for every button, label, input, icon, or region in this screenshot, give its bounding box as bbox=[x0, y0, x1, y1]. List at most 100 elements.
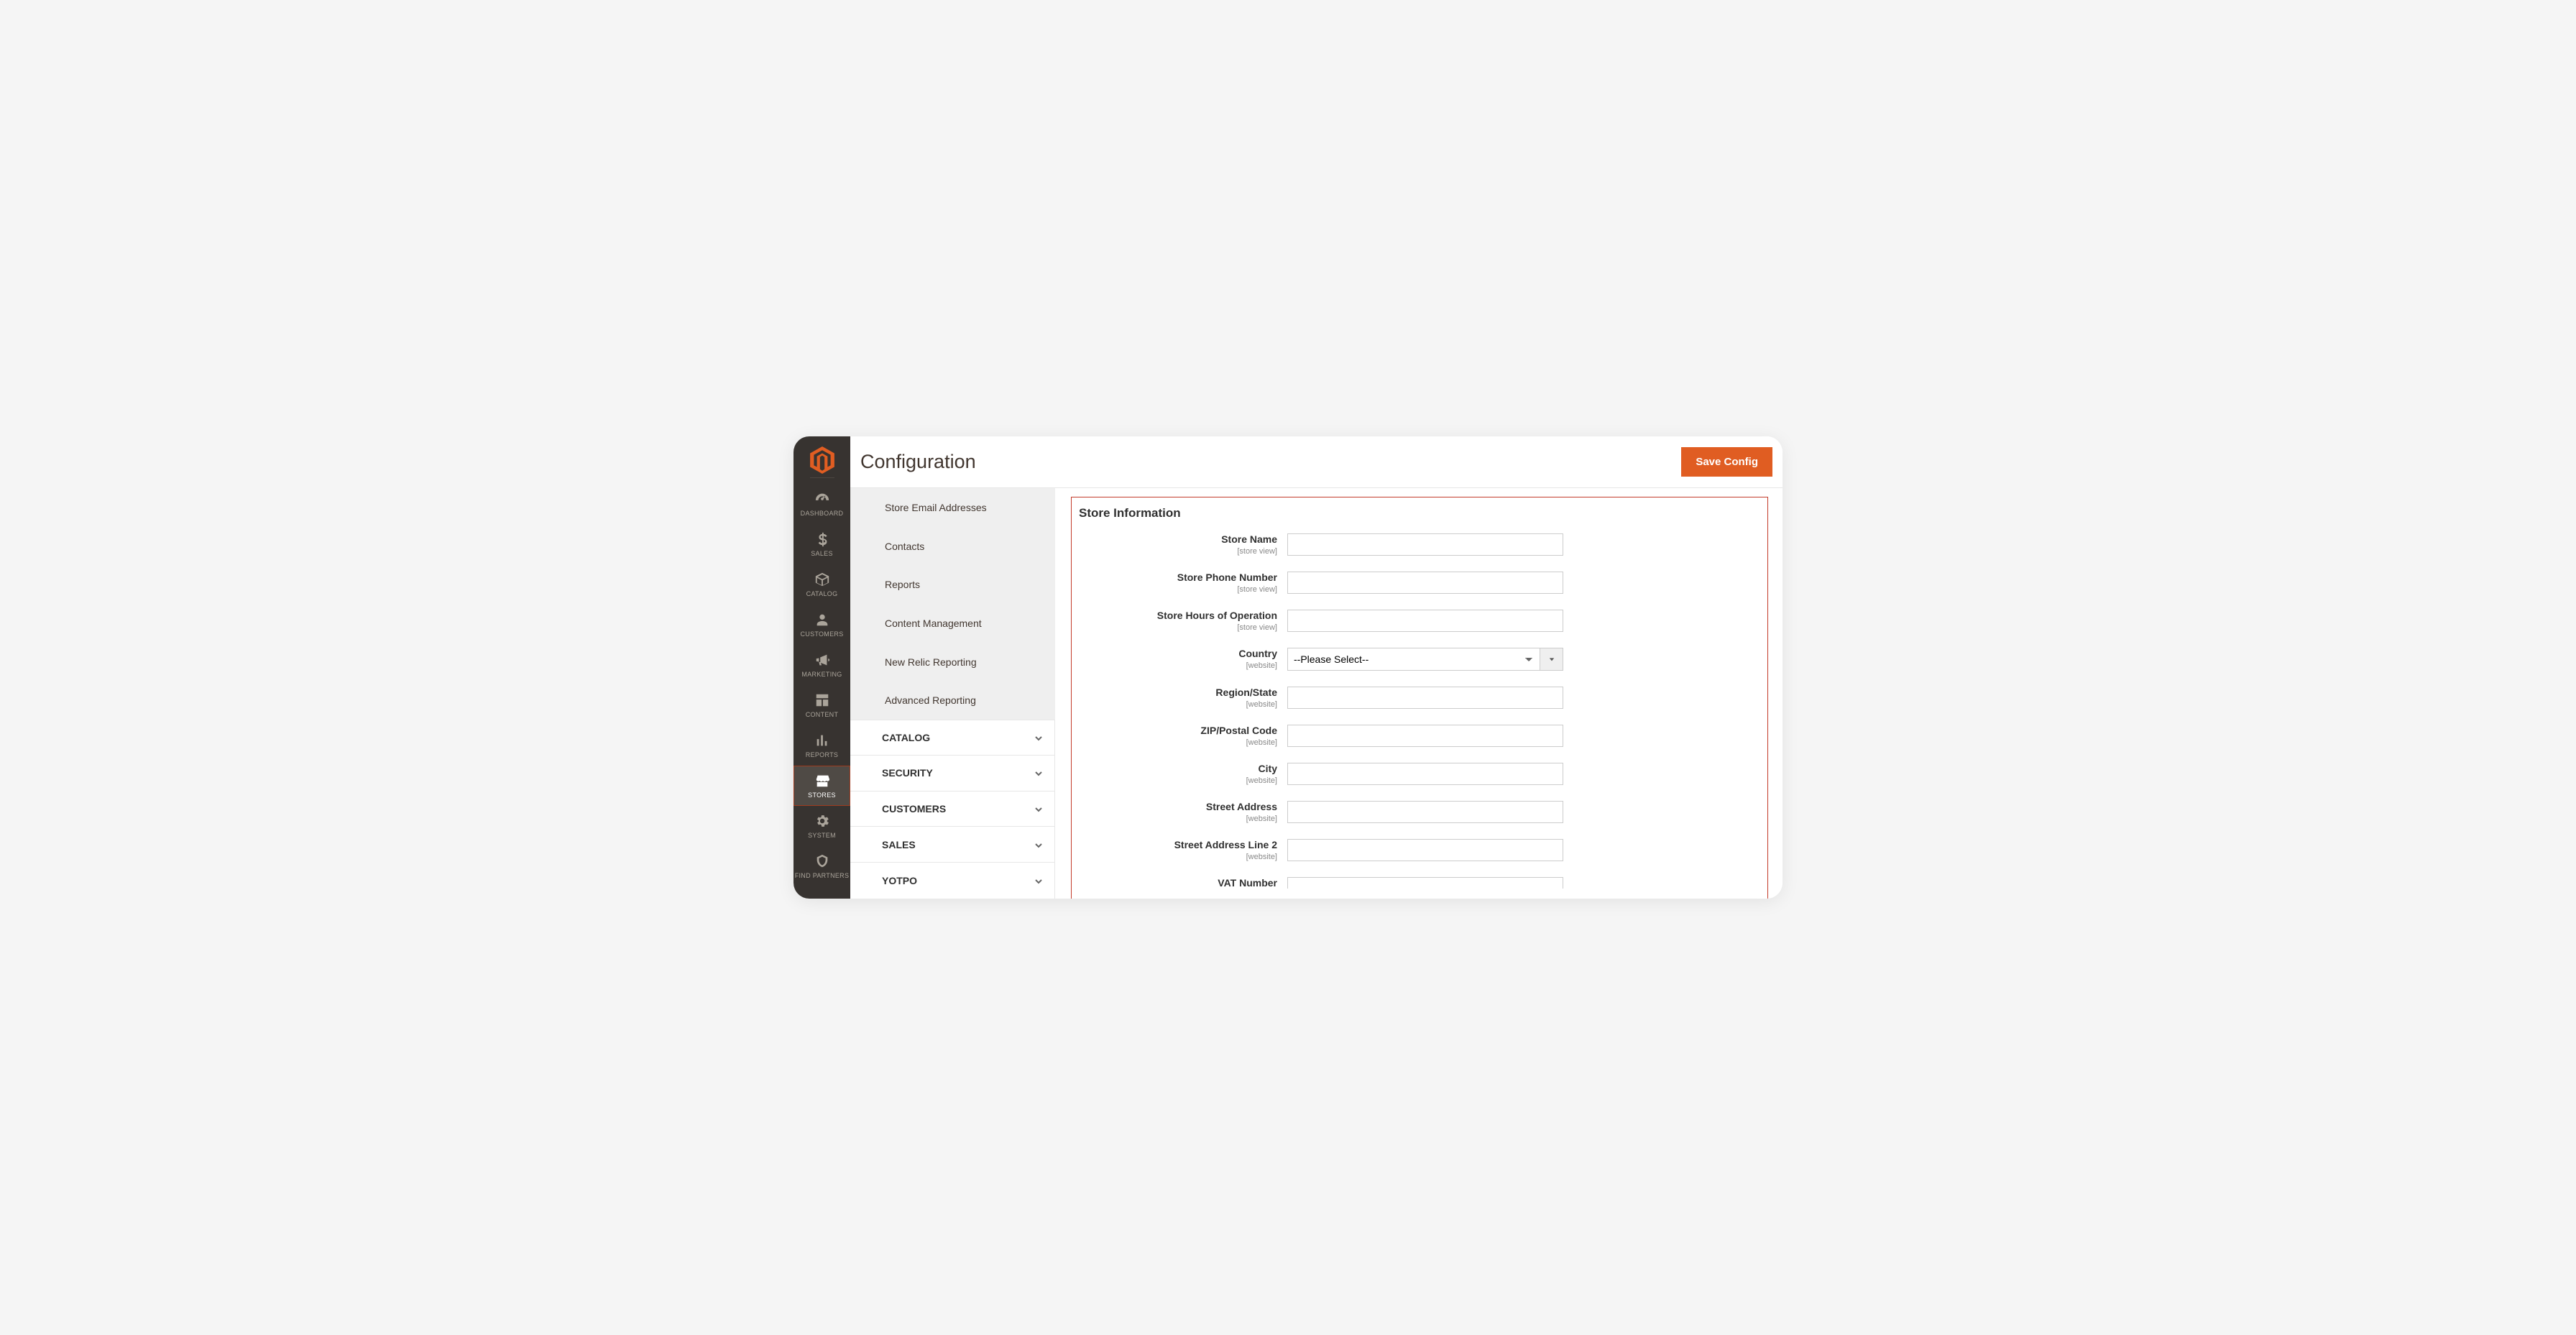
store-information-fieldset: Store Information Store Name [store view… bbox=[1071, 497, 1768, 899]
chevron-down-icon bbox=[1034, 733, 1043, 742]
row-street1: Street Address [website] bbox=[1072, 801, 1767, 823]
row-region-state: Region/State [website] bbox=[1072, 687, 1767, 709]
gauge-icon bbox=[814, 491, 830, 507]
input-store-name[interactable] bbox=[1287, 533, 1563, 556]
nav-marketing[interactable]: MARKETING bbox=[794, 645, 850, 685]
chevron-down-icon bbox=[1034, 840, 1043, 849]
country-side-button[interactable] bbox=[1540, 648, 1563, 671]
input-city[interactable] bbox=[1287, 763, 1563, 785]
sidebar-section-catalog[interactable]: CATALOG bbox=[850, 720, 1055, 756]
chevron-down-icon bbox=[1034, 804, 1043, 813]
storefront-icon bbox=[814, 773, 830, 789]
nav-label: CATALOG bbox=[806, 590, 838, 597]
nav-stores[interactable]: STORES bbox=[794, 766, 850, 806]
row-store-name: Store Name [store view] bbox=[1072, 533, 1767, 556]
nav-label: STORES bbox=[808, 792, 836, 799]
sidebar-item-reports[interactable]: Reports bbox=[872, 565, 1055, 604]
label-street1: Street Address bbox=[1206, 801, 1277, 813]
nav-label: FIND PARTNERS bbox=[795, 872, 850, 879]
config-sidebar: Store Email Addresses Contacts Reports C… bbox=[850, 488, 1055, 899]
sidebar-item-store-email-addresses[interactable]: Store Email Addresses bbox=[872, 488, 1055, 527]
sidebar-item-contacts[interactable]: Contacts bbox=[872, 527, 1055, 566]
admin-nav: DASHBOARD SALES CATALOG CUSTOMERS MARKET… bbox=[794, 436, 850, 899]
nav-reports[interactable]: REPORTS bbox=[794, 725, 850, 766]
nav-divider bbox=[810, 477, 834, 478]
section-label: CUSTOMERS bbox=[882, 803, 946, 815]
input-store-hours[interactable] bbox=[1287, 610, 1563, 632]
input-zip[interactable] bbox=[1287, 725, 1563, 747]
label-store-hours: Store Hours of Operation bbox=[1157, 610, 1277, 622]
scope-label: [website] bbox=[1246, 738, 1277, 747]
row-country: Country [website] --Please Select-- bbox=[1072, 648, 1767, 671]
label-store-name: Store Name bbox=[1221, 533, 1277, 546]
label-zip: ZIP/Postal Code bbox=[1200, 725, 1277, 737]
page-body: Store Email Addresses Contacts Reports C… bbox=[850, 488, 1782, 899]
person-icon bbox=[814, 612, 830, 628]
section-label: SECURITY bbox=[882, 767, 933, 779]
nav-sales[interactable]: SALES bbox=[794, 524, 850, 564]
sidebar-section-security[interactable]: SECURITY bbox=[850, 756, 1055, 792]
nav-label: REPORTS bbox=[806, 751, 838, 758]
box-icon bbox=[814, 572, 830, 587]
scope-label: [website] bbox=[1246, 661, 1277, 670]
sidebar-item-new-relic-reporting[interactable]: New Relic Reporting bbox=[872, 643, 1055, 682]
sidebar-item-content-management[interactable]: Content Management bbox=[872, 604, 1055, 643]
nav-label: CUSTOMERS bbox=[800, 630, 843, 638]
scope-label: [website] bbox=[1246, 815, 1277, 823]
chevron-down-icon bbox=[1034, 769, 1043, 777]
label-street2: Street Address Line 2 bbox=[1174, 839, 1277, 851]
input-street1[interactable] bbox=[1287, 801, 1563, 823]
scope-label: [store view] bbox=[1237, 547, 1277, 556]
section-label: YOTPO bbox=[882, 875, 917, 886]
page-title: Configuration bbox=[860, 451, 976, 473]
page-right-column: Configuration Save Config Store Email Ad… bbox=[850, 436, 1782, 899]
scope-label: [store view] bbox=[1237, 585, 1277, 594]
nav-find-partners[interactable]: FIND PARTNERS bbox=[794, 846, 850, 879]
nav-label: SYSTEM bbox=[808, 832, 836, 839]
nav-dashboard[interactable]: DASHBOARD bbox=[794, 484, 850, 524]
row-vat: VAT Number bbox=[1072, 877, 1767, 891]
row-store-phone: Store Phone Number [store view] bbox=[1072, 572, 1767, 594]
gear-icon bbox=[814, 813, 830, 829]
label-vat: VAT Number bbox=[1218, 877, 1277, 889]
nav-customers[interactable]: CUSTOMERS bbox=[794, 605, 850, 645]
layout-icon bbox=[814, 692, 830, 708]
fieldset-title: Store Information bbox=[1072, 503, 1767, 533]
save-config-button[interactable]: Save Config bbox=[1681, 447, 1772, 477]
input-region-state[interactable] bbox=[1287, 687, 1563, 709]
section-label: CATALOG bbox=[882, 732, 930, 743]
bar-chart-icon bbox=[814, 733, 830, 748]
sidebar-section-customers[interactable]: CUSTOMERS bbox=[850, 792, 1055, 827]
nav-label: DASHBOARD bbox=[801, 510, 844, 517]
label-country: Country bbox=[1238, 648, 1277, 660]
page-header: Configuration Save Config bbox=[850, 436, 1782, 488]
nav-system[interactable]: SYSTEM bbox=[794, 806, 850, 846]
nav-content[interactable]: CONTENT bbox=[794, 685, 850, 725]
label-store-phone: Store Phone Number bbox=[1177, 572, 1277, 584]
nav-catalog[interactable]: CATALOG bbox=[794, 564, 850, 605]
dollar-icon bbox=[814, 531, 830, 547]
sidebar-section-sales[interactable]: SALES bbox=[850, 827, 1055, 863]
megaphone-icon bbox=[814, 652, 830, 668]
magento-logo bbox=[808, 446, 837, 474]
row-store-hours: Store Hours of Operation [store view] bbox=[1072, 610, 1767, 632]
label-region-state: Region/State bbox=[1215, 687, 1277, 699]
scope-label: [website] bbox=[1246, 700, 1277, 709]
scope-label: [website] bbox=[1246, 776, 1277, 785]
input-street2[interactable] bbox=[1287, 839, 1563, 861]
nav-label: SALES bbox=[811, 550, 833, 557]
label-city: City bbox=[1259, 763, 1277, 775]
scope-label: [store view] bbox=[1237, 623, 1277, 632]
select-country[interactable]: --Please Select-- bbox=[1287, 648, 1540, 671]
sidebar-section-yotpo[interactable]: YOTPO bbox=[850, 863, 1055, 899]
main-panel: Store Information Store Name [store view… bbox=[1055, 488, 1782, 899]
partners-icon bbox=[814, 853, 830, 869]
input-vat[interactable] bbox=[1287, 877, 1563, 889]
sidebar-item-advanced-reporting[interactable]: Advanced Reporting bbox=[872, 681, 1055, 720]
scope-label: [website] bbox=[1246, 853, 1277, 861]
input-store-phone[interactable] bbox=[1287, 572, 1563, 594]
row-zip: ZIP/Postal Code [website] bbox=[1072, 725, 1767, 747]
row-street2: Street Address Line 2 [website] bbox=[1072, 839, 1767, 861]
nav-label: CONTENT bbox=[806, 711, 839, 718]
nav-label: MARKETING bbox=[801, 671, 842, 678]
